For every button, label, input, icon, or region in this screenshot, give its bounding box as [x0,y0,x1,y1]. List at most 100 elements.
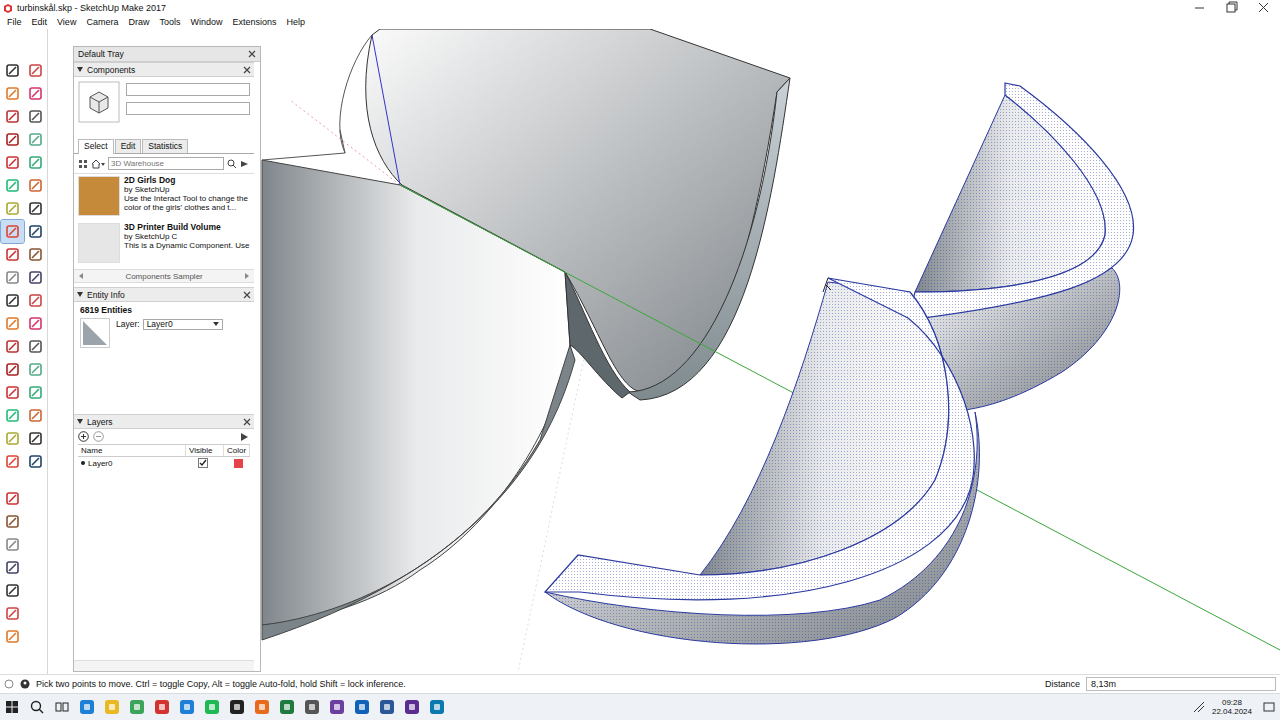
tool-icon[interactable] [24,243,47,266]
component-search-input[interactable] [108,157,224,170]
menu-item[interactable]: View [52,17,81,27]
tool-icon[interactable] [1,243,24,266]
layer-color-swatch[interactable] [234,459,243,468]
taskbar-app-icon[interactable] [404,699,420,715]
details-arrow-icon[interactable] [240,432,250,442]
menu-item[interactable]: File [2,17,27,27]
instructor-icon[interactable] [20,679,30,689]
tool-icon[interactable] [1,427,24,450]
components-header[interactable]: Components [74,62,254,77]
details-arrow-icon[interactable] [240,159,250,169]
windows-start-icon[interactable] [4,699,20,715]
measurement-field[interactable]: 8,13m [1086,677,1276,691]
component-name-field[interactable] [126,83,250,96]
tool-icon[interactable] [24,358,47,381]
taskbar-app-icon[interactable] [129,699,145,715]
tool-icon[interactable] [1,579,24,602]
add-layer-icon[interactable] [78,431,89,442]
forward-arrow-icon[interactable] [245,273,249,279]
tool-icon[interactable] [1,602,24,625]
tool-icon[interactable] [1,358,24,381]
search-icon[interactable] [227,159,237,169]
minimize-icon[interactable] [1184,0,1216,15]
tool-icon[interactable] [24,59,47,82]
tool-icon[interactable] [1,335,24,358]
collapse-icon[interactable] [77,292,83,297]
search-icon[interactable] [29,699,45,715]
taskbar-app-icon[interactable] [104,699,120,715]
tool-icon[interactable] [24,450,47,473]
delete-layer-icon[interactable] [93,431,104,442]
taskbar-app-icon[interactable] [329,699,345,715]
menu-item[interactable]: Camera [81,17,123,27]
task-view-icon[interactable] [54,699,70,715]
tool-icon[interactable] [24,427,47,450]
tool-icon[interactable] [1,197,24,220]
menu-item[interactable]: Edit [27,17,53,27]
tool-icon[interactable] [1,266,24,289]
collapse-icon[interactable] [77,419,83,424]
menu-item[interactable]: Window [185,17,227,27]
menu-item[interactable]: Extensions [227,17,281,27]
tool-icon[interactable] [1,556,24,579]
taskbar-app-icon[interactable] [429,699,445,715]
home-icon[interactable] [91,159,105,169]
taskbar-app-icon[interactable] [204,699,220,715]
geo-location-icon[interactable] [4,679,14,689]
tool-icon[interactable] [24,381,47,404]
view-options-icon[interactable] [78,159,88,169]
column-header[interactable]: Visible [186,445,224,456]
tool-icon[interactable] [24,289,47,312]
tool-icon[interactable] [24,105,47,128]
menu-item[interactable]: Tools [154,17,185,27]
tool-icon[interactable] [24,197,47,220]
tool-icon[interactable] [24,335,47,358]
close-icon[interactable] [243,66,251,74]
layer-dropdown[interactable]: Layer0 [143,319,223,330]
taskbar-app-icon[interactable] [254,699,270,715]
tray-horizontal-scrollbar[interactable] [74,660,254,671]
layers-header[interactable]: Layers [74,414,254,429]
collapse-icon[interactable] [77,67,83,72]
tool-icon[interactable] [24,312,47,335]
menu-item[interactable]: Help [281,17,310,27]
menu-item[interactable]: Draw [123,17,154,27]
taskbar-app-icon[interactable] [379,699,395,715]
close-icon[interactable] [243,418,251,426]
tool-icon[interactable] [1,450,24,473]
tool-icon[interactable] [1,105,24,128]
current-layer-radio[interactable] [81,461,85,465]
tool-icon[interactable] [1,312,24,335]
tool-icon[interactable] [1,128,24,151]
restore-icon[interactable] [1216,0,1248,15]
taskbar-app-icon[interactable] [354,699,370,715]
taskbar-app-icon[interactable] [79,699,95,715]
taskbar-app-icon[interactable] [154,699,170,715]
tool-icon[interactable] [24,174,47,197]
taskbar-app-icon[interactable] [304,699,320,715]
component-item[interactable]: 3D Printer Build Volumeby SketchUp CThis… [78,223,250,267]
tool-icon[interactable] [1,82,24,105]
taskbar-app-icon[interactable] [229,699,245,715]
component-tab[interactable]: Statistics [142,139,188,153]
taskbar-app-icon[interactable] [279,699,295,715]
tool-icon[interactable] [24,82,47,105]
tool-icon[interactable] [1,533,24,556]
tool-icon[interactable] [1,289,24,312]
component-tab[interactable]: Select [78,139,114,154]
tool-icon[interactable] [1,220,24,243]
tool-icon[interactable] [1,174,24,197]
close-icon[interactable] [1248,0,1280,15]
tool-icon[interactable] [1,151,24,174]
notifications-icon[interactable] [1262,700,1276,714]
tool-icon[interactable] [1,381,24,404]
close-icon[interactable] [248,50,256,58]
tool-icon[interactable] [1,510,24,533]
taskbar-app-icon[interactable] [179,699,195,715]
tool-icon[interactable] [24,128,47,151]
tool-icon[interactable] [24,151,47,174]
clock[interactable]: 09:2822.04.2024 [1212,698,1256,716]
close-icon[interactable] [243,291,251,299]
component-tab[interactable]: Edit [115,139,142,153]
tool-icon[interactable] [1,625,24,648]
